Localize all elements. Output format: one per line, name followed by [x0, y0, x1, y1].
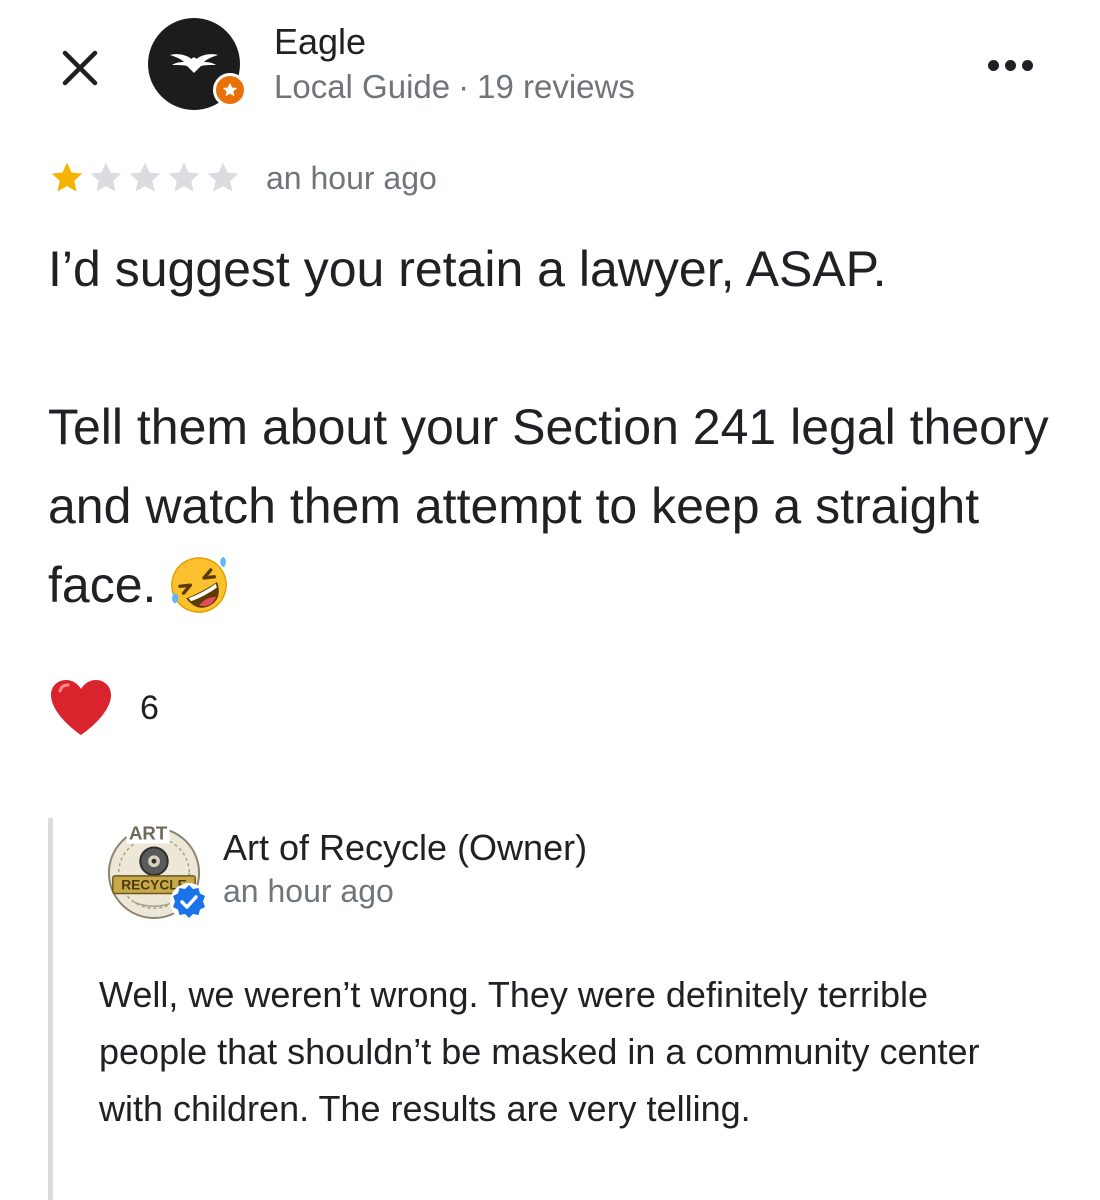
more-options-button[interactable]: [980, 52, 1040, 78]
close-icon: [62, 50, 98, 86]
heart-icon: [51, 680, 111, 735]
more-options-icon: [987, 59, 999, 71]
like-reaction-button[interactable]: 6: [48, 672, 159, 744]
meta-separator: ·: [458, 68, 470, 105]
verified-check-icon: [170, 883, 208, 921]
rating-row: an hour ago: [48, 156, 437, 200]
owner-logo-art-text: ART: [129, 823, 168, 844]
review-paragraph: Tell them about your Section 241 legal t…: [48, 388, 1068, 625]
review-text: I’d suggest you retain a lawyer, ASAP. T…: [48, 230, 1068, 625]
more-options-icon-dot: [1004, 59, 1016, 71]
review-count[interactable]: 19 reviews: [477, 68, 635, 105]
owner-reply: ART RECYCLE Art of Recycle (Owner) an ho…: [48, 818, 1100, 1200]
review-paragraph: I’d suggest you retain a lawyer, ASAP.: [48, 241, 887, 297]
reaction-count: 6: [140, 688, 159, 727]
rolling-on-floor-laughing-icon: [171, 556, 228, 613]
star-empty-icon: [90, 162, 122, 192]
owner-reply-text: Well, we weren’t wrong. They were defini…: [99, 974, 980, 1129]
local-guide-label: Local Guide: [274, 68, 451, 105]
star-empty-icon: [207, 162, 239, 192]
owner-reply-time: an hour ago: [223, 873, 394, 909]
star-empty-icon: [168, 162, 200, 192]
review-time: an hour ago: [266, 159, 437, 196]
owner-name[interactable]: Art of Recycle (Owner): [223, 826, 587, 870]
close-button[interactable]: [56, 44, 104, 92]
more-options-icon-dot: [1021, 59, 1033, 71]
author-name[interactable]: Eagle: [274, 20, 366, 64]
author-meta: Local Guide · 19 reviews: [274, 66, 635, 108]
star-filled-icon: [51, 162, 83, 192]
star-empty-icon: [129, 162, 161, 192]
local-guide-badge: [213, 73, 247, 107]
star-rating: [48, 159, 242, 197]
local-guide-star-icon: [222, 82, 238, 97]
eagle-wings-icon: [170, 54, 218, 73]
